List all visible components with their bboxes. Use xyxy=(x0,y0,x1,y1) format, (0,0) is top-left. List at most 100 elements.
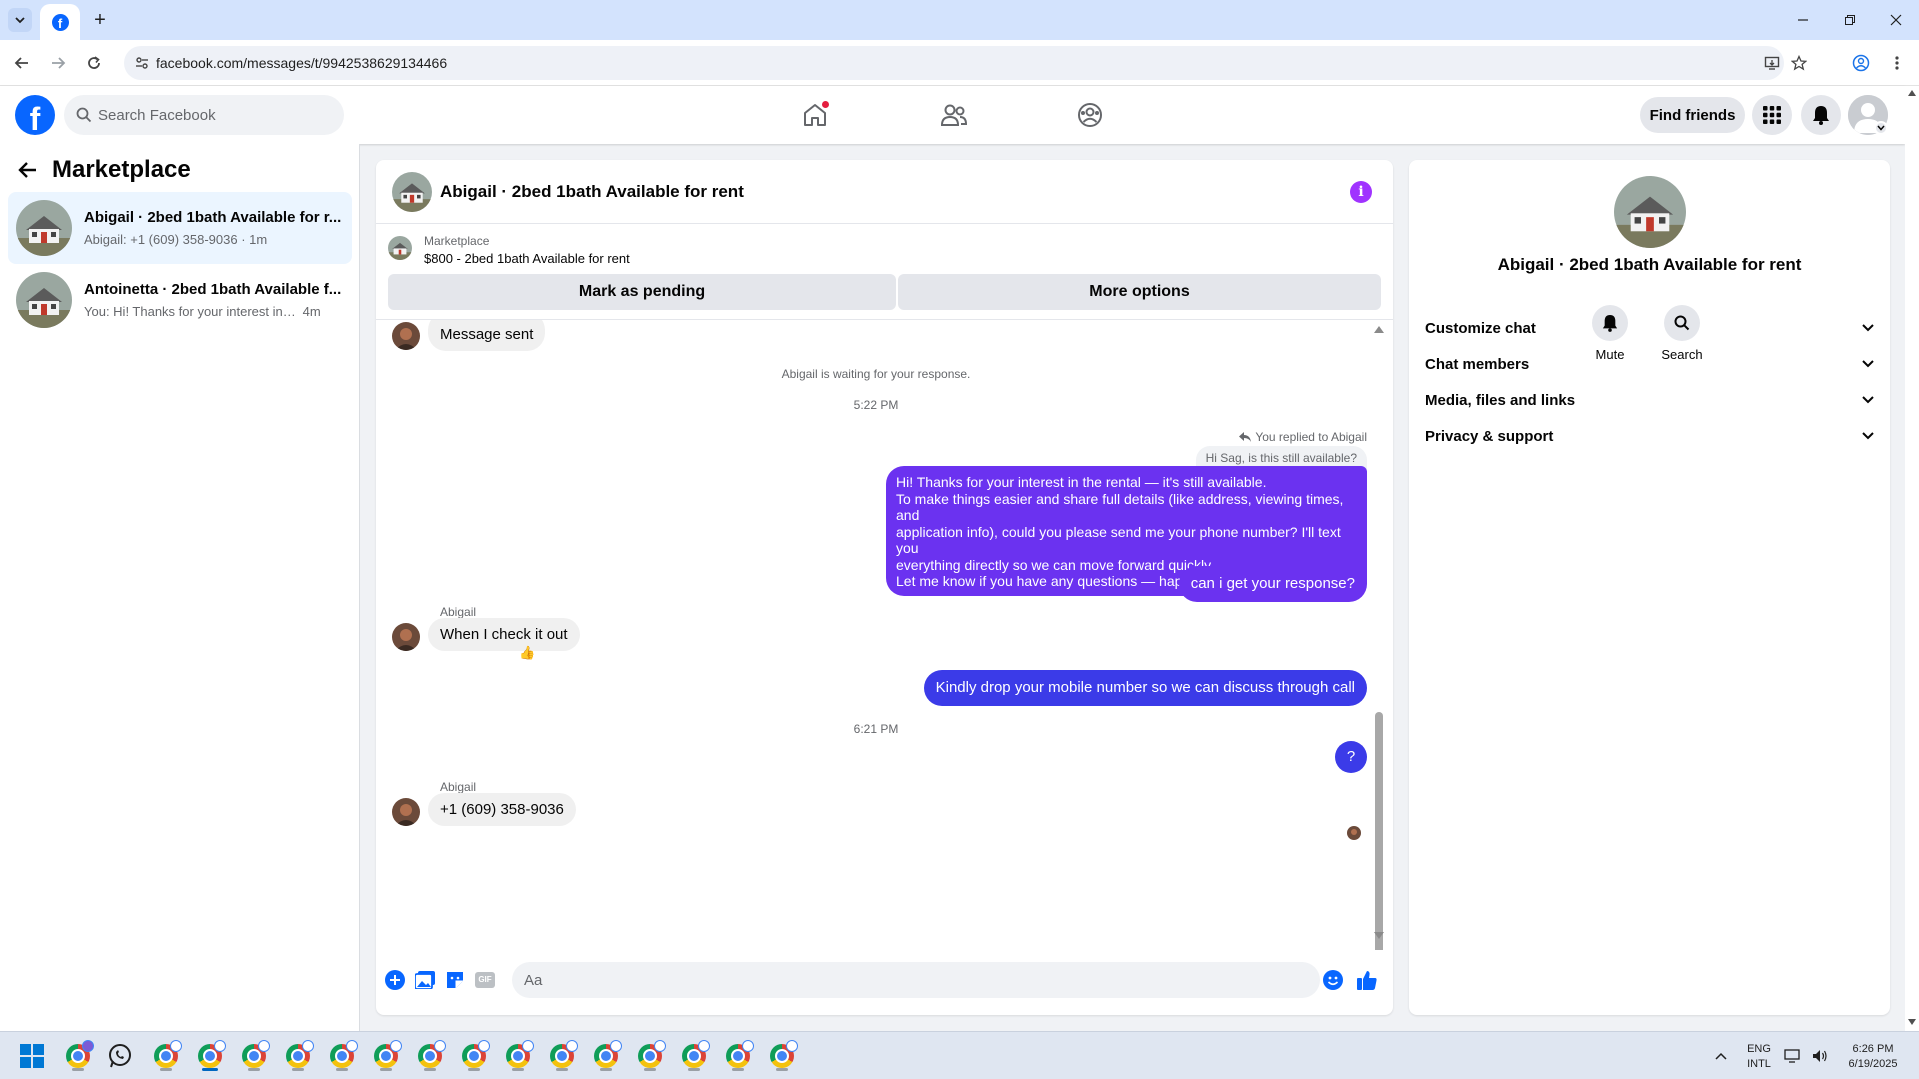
start-button[interactable] xyxy=(16,1040,48,1072)
volume-button[interactable] xyxy=(1810,1040,1830,1072)
taskbar-chrome[interactable] xyxy=(458,1040,490,1072)
new-tab-button[interactable]: + xyxy=(88,8,112,32)
listing-thumbnail[interactable] xyxy=(388,236,412,260)
back-arrow-icon[interactable] xyxy=(18,160,38,180)
mark-as-pending-button[interactable]: Mark as pending xyxy=(388,274,896,310)
taskbar-chrome[interactable] xyxy=(502,1040,534,1072)
emoji-button[interactable] xyxy=(1322,969,1344,991)
notifications-button[interactable] xyxy=(1801,95,1841,135)
taskbar-whatsapp[interactable] xyxy=(104,1040,136,1072)
nav-groups[interactable] xyxy=(1035,86,1145,144)
taskbar-chrome[interactable] xyxy=(766,1040,798,1072)
site-info-icon[interactable] xyxy=(134,55,150,71)
conversation-item[interactable]: Abigail · 2bed 1bath Available for r... … xyxy=(8,192,352,264)
profile-badge xyxy=(302,1040,314,1052)
taskbar-chrome[interactable] xyxy=(282,1040,314,1072)
profile-badge xyxy=(698,1040,710,1052)
profile-badge xyxy=(170,1040,182,1052)
page-scroll-up-arrow[interactable] xyxy=(1908,90,1916,96)
reply-context-text: You replied to Abigail xyxy=(1255,430,1367,444)
page-scroll-down-arrow[interactable] xyxy=(1908,1019,1916,1025)
taskbar-chrome[interactable] xyxy=(414,1040,446,1072)
scroll-down-arrow[interactable] xyxy=(1374,932,1384,939)
page-scrollbar[interactable] xyxy=(1905,86,1919,1031)
account-menu-caret[interactable] xyxy=(1874,121,1888,135)
forward-button[interactable] xyxy=(45,50,71,76)
taskbar-chrome[interactable] xyxy=(150,1040,182,1072)
like-button[interactable] xyxy=(1356,969,1378,991)
address-bar[interactable]: facebook.com/messages/t/9942538629134466 xyxy=(124,46,1807,80)
taskbar-chrome[interactable] xyxy=(238,1040,270,1072)
nav-friends[interactable] xyxy=(899,86,1009,144)
search-input[interactable] xyxy=(98,95,334,135)
taskbar-chrome[interactable] xyxy=(546,1040,578,1072)
chat-title[interactable]: Abigail · 2bed 1bath Available for rent xyxy=(440,182,744,202)
profile-badge xyxy=(214,1040,226,1052)
install-app-button[interactable] xyxy=(1762,53,1782,73)
privacy-support-row[interactable]: Privacy & support xyxy=(1421,416,1878,456)
nav-home[interactable] xyxy=(760,86,870,144)
menu-button[interactable] xyxy=(1752,95,1792,135)
house-photo-icon xyxy=(392,172,432,212)
find-friends-button[interactable]: Find friends xyxy=(1640,97,1745,133)
windows-taskbar: ENG INTL 6:26 PM 6/19/2025 xyxy=(0,1031,1919,1079)
taskbar-chrome[interactable] xyxy=(370,1040,402,1072)
message-list[interactable]: Message sent Abigail is waiting for your… xyxy=(376,320,1393,950)
clock[interactable]: 6:26 PM 6/19/2025 xyxy=(1838,1042,1908,1072)
reaction-thumbs-up[interactable]: 👍 xyxy=(519,645,535,661)
profile-button[interactable] xyxy=(1848,50,1874,76)
browser-tab-facebook[interactable]: f xyxy=(40,4,80,40)
facebook-logo[interactable]: f xyxy=(15,95,55,135)
attach-photo-button[interactable] xyxy=(414,969,436,991)
conversation-item[interactable]: Antoinetta · 2bed 1bath Available f... Y… xyxy=(8,264,352,336)
listing-avatar xyxy=(16,200,72,256)
profile-badge xyxy=(610,1040,622,1052)
reply-context: You replied to Abigail xyxy=(1239,430,1367,444)
back-button[interactable] xyxy=(9,50,35,76)
taskbar-chrome[interactable] xyxy=(326,1040,358,1072)
network-icon-button[interactable] xyxy=(1782,1040,1802,1072)
taskbar-chrome-profile-m[interactable] xyxy=(62,1040,94,1072)
chevron-down-icon xyxy=(1862,432,1874,440)
section-label: Customize chat xyxy=(1425,319,1536,337)
sticker-button[interactable] xyxy=(444,969,466,991)
info-icon[interactable]: i xyxy=(1350,181,1372,203)
message-scrollbar-thumb[interactable] xyxy=(1375,712,1383,950)
reload-button[interactable] xyxy=(81,50,107,76)
message-input[interactable] xyxy=(512,962,1320,998)
taskbar-chrome[interactable] xyxy=(590,1040,622,1072)
taskbar-chrome[interactable] xyxy=(634,1040,666,1072)
windows-logo-icon xyxy=(20,1044,44,1068)
customize-chat-row[interactable]: Customize chat xyxy=(1421,308,1878,348)
reply-icon xyxy=(1239,432,1252,442)
message-line: Hi! Thanks for your interest in the rent… xyxy=(896,474,1267,490)
close-window-button[interactable] xyxy=(1884,8,1908,32)
gif-button[interactable]: GIF xyxy=(474,969,496,991)
facebook-search[interactable] xyxy=(64,95,344,135)
taskbar-chrome[interactable] xyxy=(722,1040,754,1072)
language-indicator[interactable]: ENG INTL xyxy=(1744,1042,1774,1072)
taskbar-chrome[interactable] xyxy=(194,1040,226,1072)
tab-search-dropdown[interactable] xyxy=(8,8,32,32)
chat-panel: Abigail · 2bed 1bath Available for rent … xyxy=(376,160,1393,1015)
profile-badge xyxy=(786,1040,798,1052)
more-options-button[interactable]: More options xyxy=(898,274,1381,310)
more-actions-button[interactable] xyxy=(384,969,406,991)
chat-avatar[interactable] xyxy=(392,172,432,212)
minimize-button[interactable] xyxy=(1791,8,1815,32)
browser-menu-button[interactable] xyxy=(1884,50,1910,76)
browser-toolbar: facebook.com/messages/t/9942538629134466 xyxy=(0,40,1919,86)
sticker-icon xyxy=(447,972,463,988)
bookmark-button[interactable] xyxy=(1789,53,1809,73)
kebab-menu-icon xyxy=(1895,56,1899,70)
profile-badge xyxy=(258,1040,270,1052)
taskbar-chrome[interactable] xyxy=(678,1040,710,1072)
show-hidden-icons-button[interactable] xyxy=(1705,1040,1737,1072)
listing-title[interactable]: $800 - 2bed 1bath Available for rent xyxy=(424,251,630,266)
scroll-up-arrow[interactable] xyxy=(1374,326,1384,333)
url-text[interactable]: facebook.com/messages/t/9942538629134466 xyxy=(156,55,447,71)
emoji-icon xyxy=(1323,970,1343,990)
restore-button[interactable] xyxy=(1838,8,1862,32)
media-files-links-row[interactable]: Media, files and links xyxy=(1421,380,1878,420)
chat-members-row[interactable]: Chat members xyxy=(1421,344,1878,384)
